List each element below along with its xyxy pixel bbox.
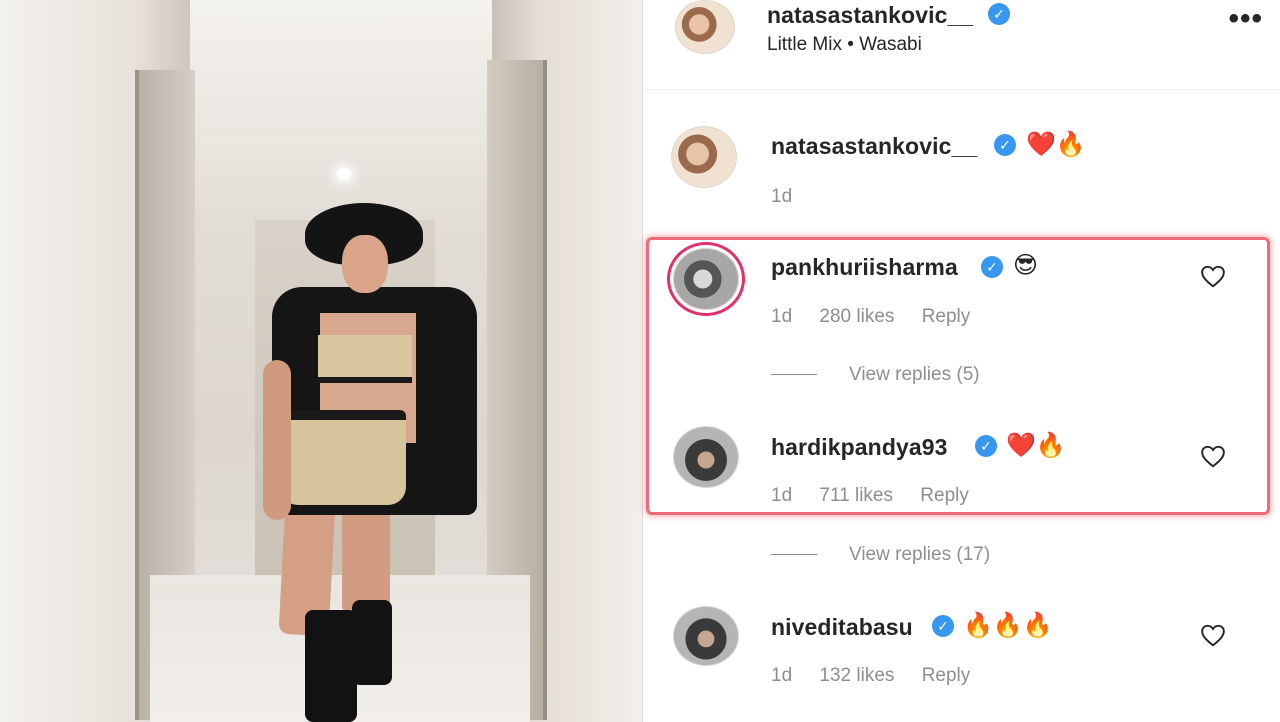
comment-text: ❤️🔥 <box>1006 432 1066 459</box>
comment-meta: 1d 132 likes Reply <box>771 665 992 687</box>
more-options-icon[interactable]: ••• <box>1228 4 1263 34</box>
figure-face <box>342 235 388 293</box>
comment-avatar[interactable] <box>673 426 739 488</box>
figure-boot-right <box>352 600 392 685</box>
comment-likes[interactable]: 280 likes <box>819 306 894 327</box>
view-replies-label: View replies (17) <box>849 544 991 565</box>
comment-likes[interactable]: 711 likes <box>819 485 893 506</box>
caption-avatar[interactable] <box>671 126 737 188</box>
comment-avatar[interactable] <box>673 248 739 310</box>
comment-likes[interactable]: 132 likes <box>819 665 894 686</box>
replies-divider <box>771 554 817 556</box>
caption-username[interactable]: natasastankovic__ <box>771 133 977 160</box>
figure-shorts <box>280 410 406 505</box>
comment-meta: 1d 711 likes Reply <box>771 485 991 507</box>
verified-badge-icon: ✓ <box>994 134 1016 156</box>
comment-username[interactable]: niveditabasu <box>771 614 913 641</box>
audio-track[interactable]: Little Mix • Wasabi <box>767 34 922 56</box>
figure-arm <box>263 360 291 520</box>
replies-divider <box>771 374 817 376</box>
figure-top <box>318 335 412 383</box>
verified-badge-icon: ✓ <box>988 3 1010 25</box>
comment-text: 😎 <box>1013 252 1039 279</box>
view-replies-label: View replies (5) <box>849 364 980 385</box>
post-header: natasastankovic__ ✓ Little Mix • Wasabi … <box>643 0 1280 90</box>
reply-button[interactable]: Reply <box>922 306 971 327</box>
verified-badge-icon: ✓ <box>981 256 1003 278</box>
comments-panel: natasastankovic__ ✓ Little Mix • Wasabi … <box>642 0 1280 722</box>
person-figure <box>260 195 500 722</box>
comment-time: 1d <box>771 665 793 686</box>
caption-time: 1d <box>771 186 793 207</box>
heart-outline-icon[interactable] <box>1200 623 1226 647</box>
view-replies-button[interactable]: View replies (5) <box>771 364 980 386</box>
ceiling-light <box>337 168 351 180</box>
reply-button[interactable]: Reply <box>922 665 971 686</box>
author-username[interactable]: natasastankovic__ <box>767 2 973 29</box>
comment-username[interactable]: pankhuriisharma <box>771 254 958 281</box>
figure-leg-right <box>342 500 390 615</box>
view-replies-button[interactable]: View replies (17) <box>771 544 990 566</box>
comment-username[interactable]: hardikpandya93 <box>771 434 948 461</box>
comment-time: 1d <box>771 306 793 327</box>
figure-boot-left <box>305 610 357 722</box>
verified-badge-icon: ✓ <box>932 615 954 637</box>
comment-avatar[interactable] <box>673 606 739 666</box>
reply-button[interactable]: Reply <box>920 485 969 506</box>
author-avatar[interactable] <box>675 0 735 54</box>
comment-meta: 1d 280 likes Reply <box>771 306 992 328</box>
post-video[interactable] <box>0 0 642 722</box>
caption-text: ❤️🔥 <box>1026 131 1086 158</box>
heart-outline-icon[interactable] <box>1200 264 1226 288</box>
comment-text: 🔥🔥🔥 <box>963 612 1053 639</box>
verified-badge-icon: ✓ <box>975 435 997 457</box>
heart-outline-icon[interactable] <box>1200 444 1226 468</box>
comment-time: 1d <box>771 485 793 506</box>
